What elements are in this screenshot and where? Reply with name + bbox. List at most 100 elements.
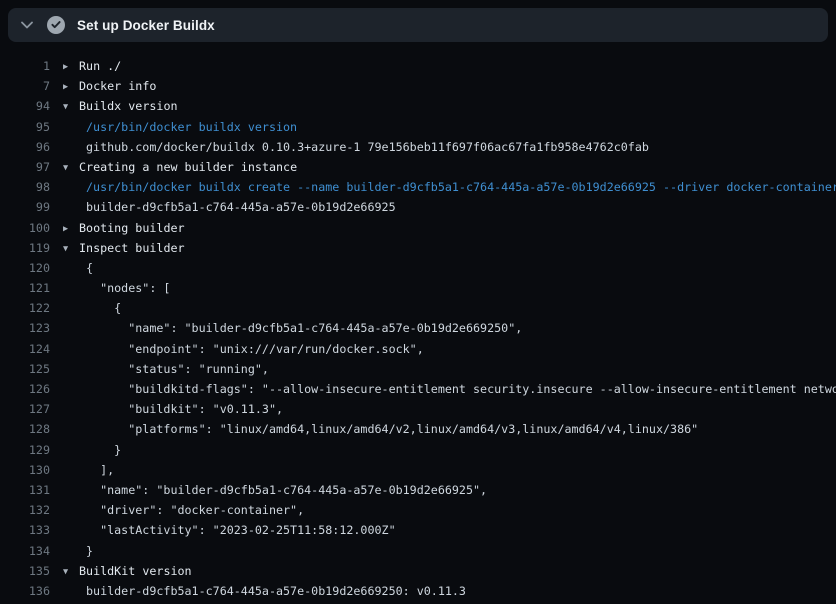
line-number[interactable]: 124 bbox=[0, 339, 50, 359]
log-line: 121 "nodes": [ bbox=[0, 278, 836, 298]
log-text: "status": "running", bbox=[79, 362, 269, 376]
triangle-right-icon: ▶ bbox=[63, 77, 79, 96]
line-number[interactable]: 123 bbox=[0, 318, 50, 338]
triangle-down-icon: ▼ bbox=[63, 239, 79, 258]
triangle-down-icon: ▼ bbox=[63, 158, 79, 177]
line-number[interactable]: 119 bbox=[0, 238, 50, 258]
log-text: { bbox=[79, 301, 121, 315]
log-line: 95 /usr/bin/docker buildx version bbox=[0, 117, 836, 137]
line-number[interactable]: 97 bbox=[0, 157, 50, 177]
line-number[interactable]: 99 bbox=[0, 197, 50, 217]
log-text: github.com/docker/buildx 0.10.3+azure-1 … bbox=[79, 140, 649, 154]
line-number[interactable]: 134 bbox=[0, 541, 50, 561]
log-line: 126 "buildkitd-flags": "--allow-insecure… bbox=[0, 379, 836, 399]
step-title: Set up Docker Buildx bbox=[77, 18, 215, 33]
log-group-line[interactable]: 7 ▶Docker info bbox=[0, 76, 836, 96]
log-line: 131 "name": "builder-d9cfb5a1-c764-445a-… bbox=[0, 480, 836, 500]
log-group-line[interactable]: 97 ▼Creating a new builder instance bbox=[0, 157, 836, 177]
log-text: builder-d9cfb5a1-c764-445a-a57e-0b19d2e6… bbox=[79, 200, 396, 214]
log-line-body: ▼BuildKit version bbox=[50, 561, 192, 581]
log-text: "buildkitd-flags": "--allow-insecure-ent… bbox=[79, 382, 836, 396]
line-number[interactable]: 7 bbox=[0, 76, 50, 96]
log-line: 133 "lastActivity": "2023-02-25T11:58:12… bbox=[0, 520, 836, 540]
log-group-line[interactable]: 100 ▶Booting builder bbox=[0, 218, 836, 238]
log-group-line[interactable]: 135 ▼BuildKit version bbox=[0, 561, 836, 581]
log-text: "name": "builder-d9cfb5a1-c764-445a-a57e… bbox=[79, 483, 487, 497]
line-number[interactable]: 121 bbox=[0, 278, 50, 298]
step-header[interactable]: Set up Docker Buildx bbox=[8, 8, 828, 42]
log-text: "name": "builder-d9cfb5a1-c764-445a-a57e… bbox=[79, 321, 522, 335]
log-line-body: "platforms": "linux/amd64,linux/amd64/v2… bbox=[50, 419, 698, 439]
chevron-down-icon[interactable] bbox=[20, 21, 34, 29]
triangle-down-icon: ▼ bbox=[63, 97, 79, 116]
log-line-body: "buildkitd-flags": "--allow-insecure-ent… bbox=[50, 379, 836, 399]
log-line-body: ▼Buildx version bbox=[50, 96, 178, 116]
line-number[interactable]: 122 bbox=[0, 298, 50, 318]
log-line-body: "driver": "docker-container", bbox=[50, 500, 304, 520]
log-text: } bbox=[79, 544, 93, 558]
line-number[interactable]: 1 bbox=[0, 56, 50, 76]
log-text: builder-d9cfb5a1-c764-445a-a57e-0b19d2e6… bbox=[79, 584, 466, 598]
line-number[interactable]: 136 bbox=[0, 581, 50, 601]
log-text: } bbox=[79, 443, 121, 457]
log-line: 127 "buildkit": "v0.11.3", bbox=[0, 399, 836, 419]
line-number[interactable]: 135 bbox=[0, 561, 50, 581]
line-number[interactable]: 98 bbox=[0, 177, 50, 197]
log-text: Creating a new builder instance bbox=[79, 160, 297, 174]
log-line-body: ], bbox=[50, 460, 114, 480]
log-line-body: builder-d9cfb5a1-c764-445a-a57e-0b19d2e6… bbox=[50, 581, 466, 601]
log-line: 120 { bbox=[0, 258, 836, 278]
line-number[interactable]: 129 bbox=[0, 440, 50, 460]
log-line: 99 builder-d9cfb5a1-c764-445a-a57e-0b19d… bbox=[0, 197, 836, 217]
log-group-line[interactable]: 119 ▼Inspect builder bbox=[0, 238, 836, 258]
log-text: "driver": "docker-container", bbox=[79, 503, 304, 517]
log-line: 132 "driver": "docker-container", bbox=[0, 500, 836, 520]
log-text: Booting builder bbox=[79, 221, 185, 235]
line-number[interactable]: 127 bbox=[0, 399, 50, 419]
log-line: 98 /usr/bin/docker buildx create --name … bbox=[0, 177, 836, 197]
log-line-body: ▶Docker info bbox=[50, 76, 156, 96]
log-line-body: { bbox=[50, 258, 93, 278]
log-line-body: ▼Creating a new builder instance bbox=[50, 157, 297, 177]
log-group-line[interactable]: 1 ▶Run ./ bbox=[0, 56, 836, 76]
log-line-body: } bbox=[50, 541, 93, 561]
line-number[interactable]: 120 bbox=[0, 258, 50, 278]
triangle-down-icon: ▼ bbox=[63, 562, 79, 581]
log-line: 122 { bbox=[0, 298, 836, 318]
line-number[interactable]: 130 bbox=[0, 460, 50, 480]
line-number[interactable]: 128 bbox=[0, 419, 50, 439]
log-line: 96 github.com/docker/buildx 0.10.3+azure… bbox=[0, 137, 836, 157]
line-number[interactable]: 95 bbox=[0, 117, 50, 137]
line-number[interactable]: 100 bbox=[0, 218, 50, 238]
log-line: 130 ], bbox=[0, 460, 836, 480]
log-line: 124 "endpoint": "unix:///var/run/docker.… bbox=[0, 339, 836, 359]
log-line: 125 "status": "running", bbox=[0, 359, 836, 379]
log-line-body: } bbox=[50, 440, 121, 460]
triangle-right-icon: ▶ bbox=[63, 219, 79, 238]
log-text: Inspect builder bbox=[79, 241, 185, 255]
log-text: Buildx version bbox=[79, 99, 178, 113]
line-number[interactable]: 94 bbox=[0, 96, 50, 116]
actions-log-viewer: Set up Docker Buildx 1 ▶Run ./ 7 ▶Docker… bbox=[0, 0, 836, 604]
line-number[interactable]: 132 bbox=[0, 500, 50, 520]
log-line-body: "name": "builder-d9cfb5a1-c764-445a-a57e… bbox=[50, 318, 522, 338]
log-text: { bbox=[79, 261, 93, 275]
log-group-line[interactable]: 94 ▼Buildx version bbox=[0, 96, 836, 116]
log-line-body: { bbox=[50, 298, 121, 318]
log-line-body: "status": "running", bbox=[50, 359, 269, 379]
log-text: Run ./ bbox=[79, 59, 121, 73]
log-line: 123 "name": "builder-d9cfb5a1-c764-445a-… bbox=[0, 318, 836, 338]
log-line-body: ▼Inspect builder bbox=[50, 238, 185, 258]
log-line-body: /usr/bin/docker buildx create --name bui… bbox=[50, 177, 836, 197]
line-number[interactable]: 131 bbox=[0, 480, 50, 500]
log-line-body: "name": "builder-d9cfb5a1-c764-445a-a57e… bbox=[50, 480, 487, 500]
log-lines: 1 ▶Run ./ 7 ▶Docker info 94 ▼Buildx vers… bbox=[0, 42, 836, 604]
log-text: ], bbox=[79, 463, 114, 477]
line-number[interactable]: 133 bbox=[0, 520, 50, 540]
line-number[interactable]: 125 bbox=[0, 359, 50, 379]
log-line-body: /usr/bin/docker buildx version bbox=[50, 117, 297, 137]
line-number[interactable]: 126 bbox=[0, 379, 50, 399]
log-text: "lastActivity": "2023-02-25T11:58:12.000… bbox=[79, 523, 396, 537]
line-number[interactable]: 96 bbox=[0, 137, 50, 157]
log-line: 128 "platforms": "linux/amd64,linux/amd6… bbox=[0, 419, 836, 439]
